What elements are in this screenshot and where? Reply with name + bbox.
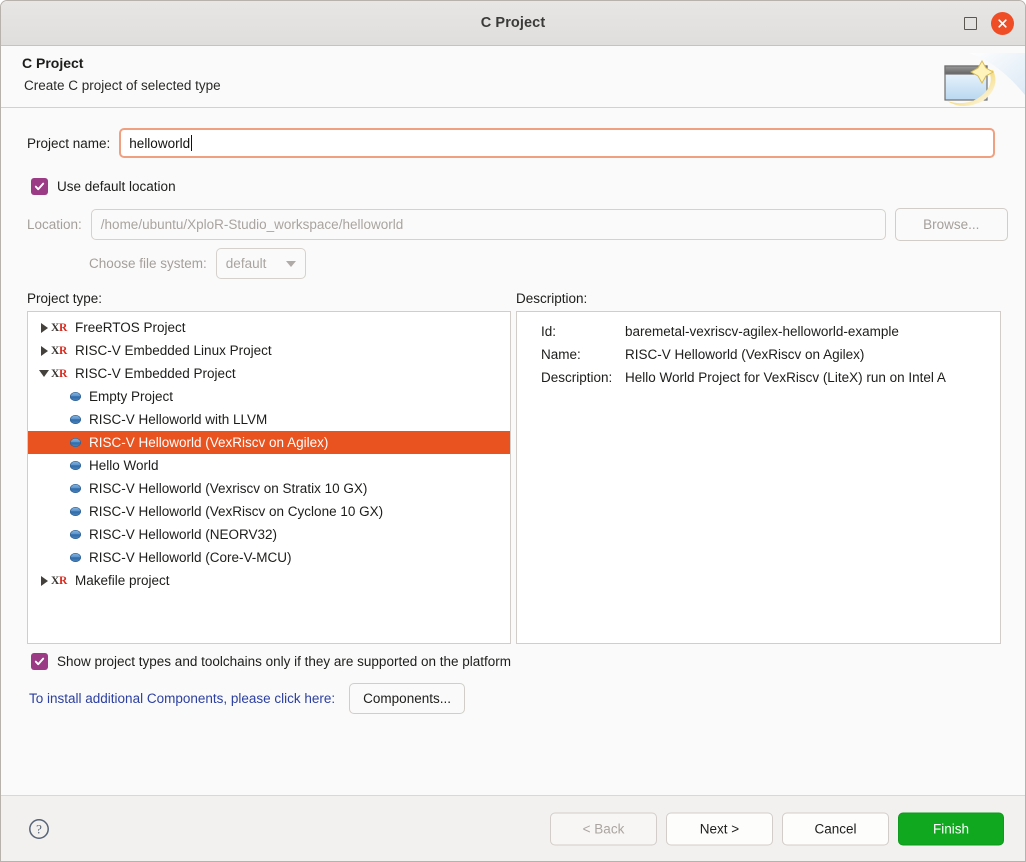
project-template-icon	[70, 392, 81, 401]
description-value: Hello World Project for VexRiscv (LiteX)…	[625, 370, 946, 385]
chevron-right-icon[interactable]	[37, 345, 51, 356]
footer-button-group: < Back Next > Cancel Finish	[550, 812, 1004, 845]
tree-item[interactable]: RISC-V Helloworld with LLVM	[28, 408, 510, 431]
show-supported-label: Show project types and toolchains only i…	[57, 654, 512, 669]
page-title: C Project	[22, 55, 84, 71]
project-template-icon	[70, 438, 81, 447]
project-template-icon	[70, 484, 81, 493]
tree-item-label: Hello World	[89, 458, 159, 473]
tree-item-label: RISC-V Helloworld with LLVM	[89, 412, 268, 427]
project-name-input[interactable]: helloworld	[119, 128, 996, 158]
tree-item-label: RISC-V Helloworld (VexRiscv on Agilex)	[89, 435, 329, 450]
project-name-row: Project name: helloworld	[27, 128, 996, 158]
tree-item-label: RISC-V Helloworld (NEORV32)	[89, 527, 278, 542]
xr-icon: XR	[51, 574, 68, 587]
install-components-text: To install additional Components, please…	[29, 691, 336, 706]
description-list: Id: baremetal-vexriscv-agilex-helloworld-…	[517, 320, 1000, 389]
tree-item-label: RISC-V Helloworld (Core-V-MCU)	[89, 550, 292, 565]
project-template-icon	[70, 461, 81, 470]
xr-icon: XR	[51, 321, 68, 334]
chevron-down-icon	[285, 260, 296, 267]
maximize-icon[interactable]	[964, 16, 977, 30]
next-button[interactable]: Next >	[666, 812, 773, 845]
file-system-label: Choose file system:	[89, 256, 207, 271]
tree-item[interactable]: RISC-V Helloworld (NEORV32)	[28, 523, 510, 546]
description-value: baremetal-vexriscv-agilex-helloworld-exa…	[625, 324, 899, 339]
description-key: Id:	[541, 324, 557, 339]
tree-item[interactable]: XR RISC-V Embedded Linux Project	[28, 339, 510, 362]
use-default-location-row[interactable]: Use default location	[31, 178, 176, 195]
project-name-value: helloworld	[129, 135, 191, 151]
c-project-wizard-dialog: C Project C Project Create C project of …	[0, 0, 1026, 862]
description-key: Name:	[541, 347, 581, 362]
xr-icon: XR	[51, 344, 68, 357]
description-panel: Id: baremetal-vexriscv-agilex-helloworld-…	[516, 311, 1001, 644]
tree-item-label: RISC-V Embedded Project	[75, 366, 236, 381]
chevron-down-icon[interactable]	[37, 370, 51, 377]
project-template-icon	[70, 530, 81, 539]
new-project-wizard-icon	[929, 53, 1025, 113]
project-type-tree[interactable]: XR FreeRTOS Project XR RISC-V Embedded Linu…	[27, 311, 511, 644]
tree-item[interactable]: XR RISC-V Embedded Project	[28, 362, 510, 385]
description-row: Id: baremetal-vexriscv-agilex-helloworld-…	[517, 320, 1000, 343]
tree-item[interactable]: XR FreeRTOS Project	[28, 316, 510, 339]
description-row: Name: RISC-V Helloworld (VexRiscv on Agil…	[517, 343, 1000, 366]
tree-item[interactable]: Hello World	[28, 454, 510, 477]
file-system-row: Choose file system: default	[89, 248, 306, 279]
location-value: /home/ubuntu/XploR-Studio_workspace/hell…	[100, 217, 404, 232]
location-label: Location:	[27, 217, 82, 232]
window-controls	[964, 1, 1014, 45]
svg-text:?: ?	[36, 821, 42, 836]
project-type-label: Project type:	[27, 291, 103, 306]
chevron-right-icon[interactable]	[37, 575, 51, 586]
file-system-value: default	[225, 256, 267, 271]
tree-item[interactable]: RISC-V Helloworld (Core-V-MCU)	[28, 546, 510, 569]
tree-item-label: Makefile project	[75, 573, 170, 588]
show-supported-checkbox[interactable]	[31, 653, 48, 670]
description-value: RISC-V Helloworld (VexRiscv on Agilex)	[625, 347, 865, 362]
description-key: Description:	[541, 370, 613, 385]
close-icon[interactable]	[991, 11, 1014, 35]
finish-button[interactable]: Finish	[898, 812, 1004, 845]
text-caret	[191, 135, 193, 151]
tree-item[interactable]: Empty Project	[28, 385, 510, 408]
chevron-right-icon[interactable]	[37, 322, 51, 333]
show-supported-row[interactable]: Show project types and toolchains only i…	[31, 653, 511, 670]
tree-item-label: RISC-V Helloworld (VexRiscv on Cyclone 1…	[89, 504, 384, 519]
tree-item-label: Empty Project	[89, 389, 174, 404]
project-name-label: Project name:	[27, 135, 111, 151]
tree-item[interactable]: XR Makefile project	[28, 569, 510, 592]
window-titlebar: C Project	[1, 1, 1025, 46]
browse-button[interactable]: Browse...	[894, 208, 1008, 241]
tree-item[interactable]: RISC-V Helloworld (VexRiscv on Agilex)	[28, 431, 510, 454]
help-icon[interactable]: ?	[28, 818, 50, 840]
tree-item[interactable]: RISC-V Helloworld (VexRiscv on Cyclone 1…	[28, 500, 510, 523]
tree-item-label: FreeRTOS Project	[75, 320, 186, 335]
tree-item-label: RISC-V Helloworld (Vexriscv on Stratix 1…	[89, 481, 368, 496]
file-system-select[interactable]: default	[215, 248, 306, 279]
project-template-icon	[70, 507, 81, 516]
use-default-location-label: Use default location	[57, 179, 176, 194]
project-template-icon	[70, 553, 81, 562]
install-components-row: To install additional Components, please…	[29, 683, 465, 714]
tree-item-label: RISC-V Embedded Linux Project	[75, 343, 272, 358]
cancel-button[interactable]: Cancel	[782, 812, 889, 845]
description-row: Description: Hello World Project for VexR…	[517, 366, 1000, 389]
location-input[interactable]: /home/ubuntu/XploR-Studio_workspace/hell…	[90, 209, 886, 240]
xr-icon: XR	[51, 367, 68, 380]
page-subtitle: Create C project of selected type	[24, 78, 221, 93]
window-title: C Project	[480, 15, 546, 31]
description-label: Description:	[516, 291, 588, 306]
wizard-body: Project name: helloworld Use default loc…	[1, 108, 1025, 796]
wizard-header: C Project Create C project of selected t…	[1, 46, 1025, 108]
wizard-footer: ? < Back Next > Cancel Finish	[1, 795, 1025, 861]
components-button[interactable]: Components...	[349, 683, 465, 714]
use-default-location-checkbox[interactable]	[31, 178, 48, 195]
location-row: Location: /home/ubuntu/XploR-Studio_work…	[27, 208, 1008, 241]
project-template-icon	[70, 415, 81, 424]
back-button[interactable]: < Back	[550, 812, 657, 845]
tree-item[interactable]: RISC-V Helloworld (Vexriscv on Stratix 1…	[28, 477, 510, 500]
project-type-tree-list: XR FreeRTOS Project XR RISC-V Embedded Linu…	[28, 312, 510, 592]
